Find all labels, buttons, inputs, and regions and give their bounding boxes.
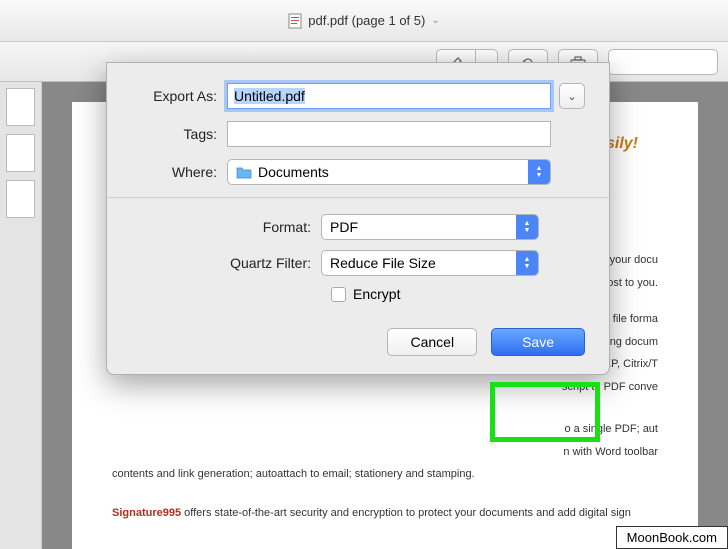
popup-arrows-icon: ▲▼ [516, 215, 538, 239]
export-as-row: Export As: Untitled.pdf ⌄ [131, 83, 585, 109]
dialog-button-row: Cancel Save [131, 328, 585, 356]
expand-button[interactable]: ⌄ [559, 83, 585, 109]
page-thumbnail[interactable] [6, 134, 35, 172]
window-titlebar: pdf.pdf (page 1 of 5) ⌄ [0, 0, 728, 42]
tags-label: Tags: [131, 126, 227, 142]
document-icon [288, 13, 302, 29]
thumbnail-sidebar [0, 82, 42, 549]
search-field[interactable] [608, 49, 718, 75]
quartz-filter-value: Reduce File Size [330, 255, 436, 271]
title-chevron-icon[interactable]: ⌄ [431, 15, 439, 26]
pdf-text: script to PDF conve [112, 379, 658, 396]
encrypt-checkbox[interactable] [331, 287, 346, 302]
where-row: Where: Documents ▲▼ [131, 159, 585, 185]
where-label: Where: [131, 164, 227, 180]
format-value: PDF [330, 219, 358, 235]
page-thumbnail[interactable] [6, 88, 35, 126]
pdf-bold-text: Signature995 [112, 507, 181, 519]
encrypt-label: Encrypt [353, 286, 400, 302]
format-row: Format: PDF ▲▼ [131, 214, 585, 240]
cancel-button[interactable]: Cancel [387, 328, 477, 356]
where-value: Documents [258, 164, 329, 180]
page-thumbnail[interactable] [6, 180, 35, 218]
watermark: MoonBook.com [616, 526, 728, 549]
popup-arrows-icon: ▲▼ [516, 251, 538, 275]
export-as-field[interactable]: Untitled.pdf [227, 83, 551, 109]
pdf-text: n with Word toolbar [112, 444, 658, 461]
format-label: Format: [131, 219, 321, 235]
divider [107, 197, 609, 198]
pdf-text: contents and link generation; autoattach… [112, 466, 658, 483]
quartz-filter-label: Quartz Filter: [131, 255, 321, 271]
folder-icon [236, 166, 252, 179]
export-as-value: Untitled.pdf [234, 88, 305, 104]
pdf-text: o a single PDF; aut [112, 421, 658, 438]
export-dialog: Export As: Untitled.pdf ⌄ Tags: Where: D… [106, 62, 610, 375]
popup-arrows-icon: ▲▼ [528, 160, 550, 184]
pdf-text: Signature995 offers state-of-the-art sec… [112, 505, 658, 522]
document-title: pdf.pdf (page 1 of 5) [308, 13, 425, 28]
format-popup[interactable]: PDF ▲▼ [321, 214, 539, 240]
where-popup[interactable]: Documents ▲▼ [227, 159, 551, 185]
quartz-filter-row: Quartz Filter: Reduce File Size ▲▼ [131, 250, 585, 276]
export-as-label: Export As: [131, 88, 227, 104]
save-button[interactable]: Save [491, 328, 585, 356]
quartz-filter-popup[interactable]: Reduce File Size ▲▼ [321, 250, 539, 276]
encrypt-row: Encrypt [331, 286, 585, 302]
tags-row: Tags: [131, 121, 585, 147]
chevron-down-icon: ⌄ [567, 90, 576, 103]
tags-field[interactable] [227, 121, 551, 147]
